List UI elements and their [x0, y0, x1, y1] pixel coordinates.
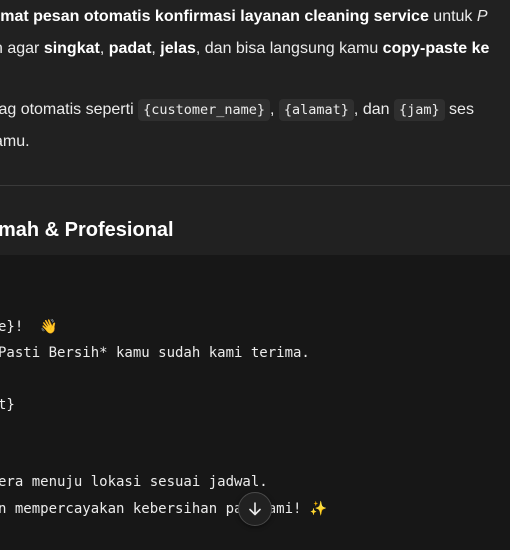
message-text: , dan [353, 101, 394, 118]
message-line: amu. [0, 130, 30, 154]
bold-text: copy-paste ke [382, 40, 490, 57]
italic-text: P [476, 8, 488, 25]
bold-text: singkat [43, 40, 100, 57]
inline-code-tag: {alamat} [278, 99, 354, 121]
code-line: e}! 👋 [0, 317, 58, 337]
waving-hand-emoji: 👋 [40, 319, 58, 335]
code-line: n mempercayakan kebersihan pa ami! ✨ [0, 499, 327, 519]
message-text: n agar [0, 40, 40, 57]
scroll-to-bottom-button[interactable] [238, 492, 272, 526]
code-text: e}! [0, 319, 41, 335]
sparkles-emoji: ✨ [309, 501, 328, 517]
message-line: rmat pesan otomatis konfirmasi layanan c… [0, 5, 488, 29]
code-line: era menuju lokasi sesuai jadwal. [0, 474, 268, 490]
message-line: tag otomatis seperti {customer_name}, {a… [0, 98, 474, 122]
message-text: , [151, 40, 161, 57]
bold-text: rmat pesan otomatis konfirmasi layanan c… [0, 8, 429, 25]
message-line: n agar singkat, padat, jelas, dan bisa l… [0, 37, 489, 61]
message-text: tag otomatis seperti [0, 101, 139, 118]
arrow-down-icon [249, 502, 261, 516]
message-text: , [270, 101, 279, 118]
inline-code-tag: {customer_name} [138, 99, 270, 121]
inline-code-tag: {jam} [393, 99, 445, 121]
bold-text: padat [108, 40, 152, 57]
message-text: untuk [428, 8, 477, 25]
section-heading: mah & Profesional [0, 219, 174, 241]
message-text: ses [444, 101, 474, 118]
code-line: t} [0, 397, 15, 413]
horizontal-divider [0, 185, 510, 186]
chat-viewport: rmat pesan otomatis konfirmasi layanan c… [0, 0, 510, 550]
message-text: , dan bisa langsung kamu [195, 40, 383, 57]
bold-text: jelas [160, 40, 196, 57]
message-text: , [99, 40, 109, 57]
message-text: amu. [0, 133, 30, 150]
code-line: Pasti Bersih* kamu sudah kami terima. [0, 345, 310, 361]
